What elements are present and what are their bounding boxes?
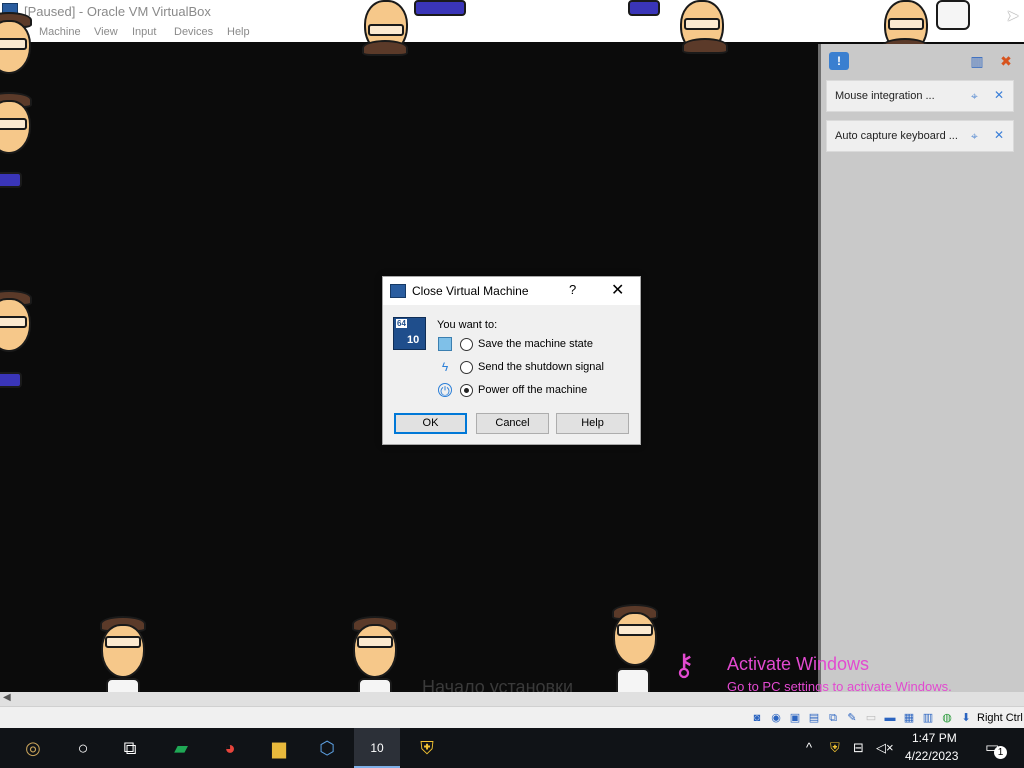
volume-muted-icon[interactable]: ◁× <box>876 740 894 756</box>
dialog-title: Close Virtual Machine <box>412 284 529 298</box>
virtualbox-manager-icon[interactable]: ⬡ <box>304 728 350 768</box>
shutdown-signal-icon: ϟ <box>441 360 449 374</box>
ok-button[interactable]: OK <box>394 413 467 434</box>
clock-time[interactable]: 1:47 PM <box>912 731 957 745</box>
virtualbox-app-icon <box>390 284 406 298</box>
optical-drive-icon[interactable]: ◉ <box>769 711 783 725</box>
menu-machine[interactable]: Machine <box>39 26 81 38</box>
start-button[interactable]: ◎ <box>10 728 56 768</box>
help-icon[interactable]: ? <box>569 282 576 297</box>
task-view-icon[interactable]: ⧉ <box>107 728 153 768</box>
activate-windows-title: Activate Windows <box>727 654 870 674</box>
window-title: [Paused] - Oracle VM VirtualBox <box>24 4 211 19</box>
notification-count-badge: 1 <box>994 746 1007 759</box>
dismiss-all-icon[interactable]: ✖ <box>997 52 1015 70</box>
display-icon[interactable]: ▬ <box>883 711 897 725</box>
cortana-icon[interactable]: ○ <box>60 728 106 768</box>
option-save-state[interactable]: Save the machine state <box>438 335 633 355</box>
cpu-icon[interactable]: ▥ <box>921 711 935 725</box>
screen: [Paused] - Oracle VM VirtualBox Machine … <box>0 0 1024 768</box>
save-state-icon <box>438 337 452 351</box>
security-shield-icon[interactable]: ⛨ <box>404 728 450 768</box>
floppy-icon[interactable]: ▣ <box>788 711 802 725</box>
file-explorer-icon[interactable]: ▆ <box>256 728 302 768</box>
dialog-titlebar[interactable]: Close Virtual Machine ? ✕ <box>383 277 640 305</box>
save-state-radio[interactable] <box>460 338 473 351</box>
windows-10-vm-icon: 64 10 <box>393 317 426 350</box>
option-label: Power off the machine <box>478 384 588 396</box>
cancel-button[interactable]: Cancel <box>476 413 549 434</box>
notification-item[interactable]: Auto capture keyboard ... ⌖ ✕ <box>826 120 1014 152</box>
option-label: Send the shutdown signal <box>478 361 604 373</box>
menu-view[interactable]: View <box>94 26 118 38</box>
network-status-icon[interactable]: ⊟ <box>853 740 864 756</box>
vm-setup-text: Начало установки <box>422 677 574 692</box>
close-icon[interactable]: ✕ <box>994 128 1004 142</box>
network-icon[interactable]: ⧉ <box>826 711 840 725</box>
menu-help[interactable]: Help <box>227 26 250 38</box>
help-button[interactable]: Help <box>556 413 629 434</box>
chrome-icon[interactable]: ◕ <box>207 728 253 768</box>
arch-badge: 64 <box>396 319 407 328</box>
menu-devices[interactable]: Devices <box>174 26 213 38</box>
option-shutdown-signal[interactable]: ϟ Send the shutdown signal <box>438 358 633 378</box>
os-version-badge: 10 <box>407 334 420 346</box>
hard-disk-icon[interactable]: ◙ <box>750 711 764 725</box>
horizontal-scrollbar[interactable]: ◀ <box>0 692 1024 706</box>
key-icon: ⚷ <box>673 649 695 682</box>
keyboard-capture-icon[interactable]: ⬇ <box>959 711 973 725</box>
pin-icon[interactable]: ⌖ <box>971 89 978 104</box>
dialog-prompt: You want to: <box>437 319 498 331</box>
power-off-icon: ⏻ <box>438 383 452 398</box>
shutdown-signal-radio[interactable] <box>460 361 473 374</box>
menu-input[interactable]: Input <box>132 26 156 38</box>
notification-center: ! ▥ ✖ Mouse integration ... ⌖ ✕ Auto cap… <box>818 44 1024 704</box>
usb-icon[interactable]: ✎ <box>845 711 859 725</box>
clock-date[interactable]: 4/22/2023 <box>905 749 958 763</box>
audio-icon[interactable]: ▤ <box>807 711 821 725</box>
mouse-cursor-icon: ➤ <box>1006 8 1020 25</box>
virtualbox-vm-taskbar-item[interactable]: 10 <box>354 728 400 768</box>
notification-stack-icon[interactable]: ▥ <box>969 52 985 70</box>
option-label: Save the machine state <box>478 338 593 350</box>
option-power-off[interactable]: ⏻ Power off the machine <box>438 381 633 401</box>
window-titlebar[interactable]: [Paused] - Oracle VM VirtualBox <box>0 0 1024 24</box>
close-icon[interactable]: ✕ <box>611 280 624 300</box>
vm-status-bar: ◙ ◉ ▣ ▤ ⧉ ✎ ▭ ▬ ▦ ▥ ◍ ⬇ Right Ctrl <box>0 706 1024 728</box>
scroll-left-icon[interactable]: ◀ <box>3 692 11 703</box>
mouse-integration-icon[interactable]: ◍ <box>940 711 954 725</box>
close-vm-dialog: Close Virtual Machine ? ✕ 64 10 You want… <box>382 276 641 445</box>
windows-taskbar: ◎ ○ ⧉ ▰ ◕ ▆ ⬡ 10 ⛨ ^ ⛨ ⊟ ◁× 1:47 PM 4/22… <box>0 728 1024 768</box>
close-icon[interactable]: ✕ <box>994 88 1004 102</box>
notification-alert-icon[interactable]: ! <box>829 52 849 70</box>
show-hidden-icons[interactable]: ^ <box>806 740 812 755</box>
notification-text: Mouse integration ... <box>835 90 935 102</box>
recording-icon[interactable]: ▦ <box>902 711 916 725</box>
host-key-label: Right Ctrl <box>977 712 1023 724</box>
shared-folders-icon[interactable]: ▭ <box>864 711 878 725</box>
notification-text: Auto capture keyboard ... <box>835 130 958 142</box>
notification-item[interactable]: Mouse integration ... ⌖ ✕ <box>826 80 1014 112</box>
vm-badge: 10 <box>370 741 384 755</box>
power-off-radio[interactable] <box>460 384 473 397</box>
google-chat-icon[interactable]: ▰ <box>158 728 204 768</box>
pin-icon[interactable]: ⌖ <box>971 129 978 144</box>
defender-icon[interactable]: ⛨ <box>830 740 840 756</box>
